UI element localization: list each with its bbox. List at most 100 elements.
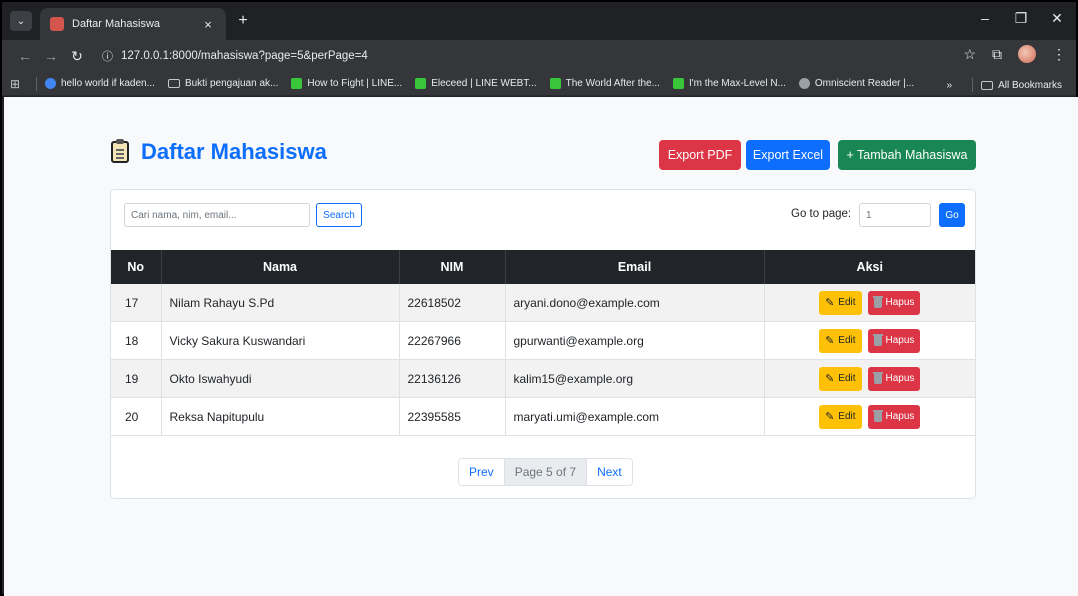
apps-grid-icon[interactable]: ⊞ <box>10 77 28 91</box>
pagination: Prev Page 5 of 7 Next <box>458 458 633 486</box>
trash-icon <box>872 409 883 422</box>
tab-daftar-mahasiswa[interactable]: Daftar Mahasiswa × <box>40 8 226 40</box>
window-controls: – ❐ ✕ <box>976 10 1066 27</box>
pencil-icon: ✎ <box>825 335 835 347</box>
divider <box>36 76 37 91</box>
delete-button[interactable]: Hapus <box>867 328 921 353</box>
close-tab-icon[interactable]: × <box>200 17 216 32</box>
trash-icon <box>872 333 883 346</box>
export-pdf-button[interactable]: Export PDF <box>659 140 741 170</box>
next-page-link[interactable]: Next <box>587 459 632 485</box>
edit-button[interactable]: ✎ Edit <box>819 366 862 391</box>
bookmark-star-icon[interactable]: ☆ <box>963 46 976 63</box>
bookmarks-overflow: » All Bookmarks <box>947 78 1062 92</box>
goto-page-input[interactable]: 1 <box>859 203 931 227</box>
close-window-icon[interactable]: ✕ <box>1048 10 1066 27</box>
cell-email: gpurwanti@example.org <box>505 321 765 360</box>
bookmark-item[interactable]: I'm the Max-Level N... <box>672 78 786 89</box>
site-info-icon[interactable]: ⓘ <box>102 48 113 64</box>
new-tab-button[interactable]: + <box>234 12 252 30</box>
bookmark-item[interactable]: How to Fight | LINE... <box>291 78 402 89</box>
cell-nim: 22267966 <box>399 321 506 360</box>
header-nim: NIM <box>399 250 506 284</box>
cell-aksi: ✎ Edit Hapus <box>764 359 975 398</box>
reload-icon[interactable]: ↻ <box>64 48 90 65</box>
tab-strip: ⌄ Daftar Mahasiswa × + – ❐ ✕ <box>2 2 1076 40</box>
cell-nama: Vicky Sakura Kuswandari <box>161 321 400 360</box>
prev-page-link[interactable]: Prev <box>459 459 505 485</box>
goto-label: Go to page: <box>791 208 852 220</box>
back-icon[interactable]: ← <box>12 48 38 64</box>
cell-aksi: ✎ Edit Hapus <box>764 284 975 322</box>
table-row: 17 Nilam Rahayu S.Pd 22618502 aryani.don… <box>111 284 975 322</box>
mahasiswa-table: No Nama NIM Email Aksi 17 Nilam Rahayu S… <box>111 250 975 436</box>
bookmark-item[interactable]: Omniscient Reader |... <box>798 78 914 89</box>
cell-nim: 22395585 <box>399 397 506 436</box>
page-title-text: Daftar Mahasiswa <box>141 139 327 164</box>
edit-button[interactable]: ✎ Edit <box>819 404 862 429</box>
address-bar[interactable]: ⓘ 127.0.0.1:8000/mahasiswa?page=5&perPag… <box>102 44 972 68</box>
cell-nama: Reksa Napitupulu <box>161 397 400 436</box>
restore-icon[interactable]: ❐ <box>1012 10 1030 27</box>
browser-toolbar: ← → ↻ ⓘ 127.0.0.1:8000/mahasiswa?page=5&… <box>2 40 1076 72</box>
trash-icon <box>872 295 883 308</box>
cell-email: aryani.dono@example.com <box>505 284 765 322</box>
webtoon-icon <box>415 78 427 89</box>
cell-nama: Okto Iswahyudi <box>161 359 400 398</box>
laravel-favicon-icon <box>50 17 64 31</box>
page-content: Daftar Mahasiswa Export PDF Export Excel… <box>4 97 1078 596</box>
cell-nim: 22136126 <box>399 359 506 398</box>
toolbar-actions: ☆ ⧉ ⋮ <box>963 45 1066 63</box>
all-bookmarks-link[interactable]: All Bookmarks <box>998 80 1062 91</box>
delete-button[interactable]: Hapus <box>867 404 921 429</box>
trash-icon <box>872 371 883 384</box>
webtoon-icon <box>291 78 303 89</box>
browser-window: ⌄ Daftar Mahasiswa × + – ❐ ✕ ← → ↻ ⓘ 127… <box>0 0 1078 596</box>
cell-email: maryati.umi@example.com <box>505 397 765 436</box>
go-button[interactable]: Go <box>939 203 965 227</box>
bookmarks-bar: ⊞ hello world if kaden... Bukti pengajua… <box>2 72 1076 96</box>
table-row: 20 Reksa Napitupulu 22395585 maryati.umi… <box>111 397 975 436</box>
pencil-icon: ✎ <box>825 411 835 423</box>
cell-email: kalim15@example.org <box>505 359 765 398</box>
edit-button[interactable]: ✎ Edit <box>819 328 862 353</box>
export-excel-button[interactable]: Export Excel <box>746 140 830 170</box>
table-row: 18 Vicky Sakura Kuswandari 22267966 gpur… <box>111 321 975 360</box>
pencil-icon: ✎ <box>825 297 835 309</box>
header-no: No <box>111 250 162 284</box>
divider <box>972 78 974 92</box>
search-input[interactable]: Cari nama, nim, email... <box>124 203 310 227</box>
header-nama: Nama <box>161 250 400 284</box>
current-page-indicator: Page 5 of 7 <box>504 459 588 485</box>
bookmark-item[interactable]: The World After the... <box>549 78 660 89</box>
search-button[interactable]: Search <box>316 203 362 227</box>
add-mahasiswa-button[interactable]: + Tambah Mahasiswa <box>838 140 976 170</box>
chevron-right-icon[interactable]: » <box>947 80 953 91</box>
tab-title: Daftar Mahasiswa <box>72 18 161 30</box>
header-email: Email <box>505 250 765 284</box>
cell-no: 18 <box>111 321 162 360</box>
extensions-icon[interactable]: ⧉ <box>992 46 1002 63</box>
profile-avatar[interactable] <box>1018 45 1036 63</box>
bookmark-item[interactable]: Bukti pengajuan ak... <box>167 78 278 89</box>
forward-icon[interactable]: → <box>38 48 64 64</box>
page-title: Daftar Mahasiswa <box>111 139 327 165</box>
tab-search-button[interactable]: ⌄ <box>10 11 32 31</box>
webtoon-icon <box>549 78 561 89</box>
bookmark-item[interactable]: Eleceed | LINE WEBT... <box>415 78 537 89</box>
delete-button[interactable]: Hapus <box>867 366 921 391</box>
clipboard-icon <box>111 139 129 163</box>
folder-icon <box>167 79 180 88</box>
bookmark-item[interactable]: hello world if kaden... <box>45 78 155 89</box>
cell-aksi: ✎ Edit Hapus <box>764 397 975 436</box>
table-row: 19 Okto Iswahyudi 22136126 kalim15@examp… <box>111 359 975 398</box>
menu-kebab-icon[interactable]: ⋮ <box>1052 46 1066 63</box>
folder-icon <box>981 80 994 90</box>
minimize-icon[interactable]: – <box>976 10 994 27</box>
cell-no: 19 <box>111 359 162 398</box>
delete-button[interactable]: Hapus <box>867 290 921 315</box>
table-header-row: No Nama NIM Email Aksi <box>111 250 975 284</box>
cell-aksi: ✎ Edit Hapus <box>764 321 975 360</box>
edit-button[interactable]: ✎ Edit <box>819 290 862 315</box>
globe-icon <box>798 78 810 89</box>
